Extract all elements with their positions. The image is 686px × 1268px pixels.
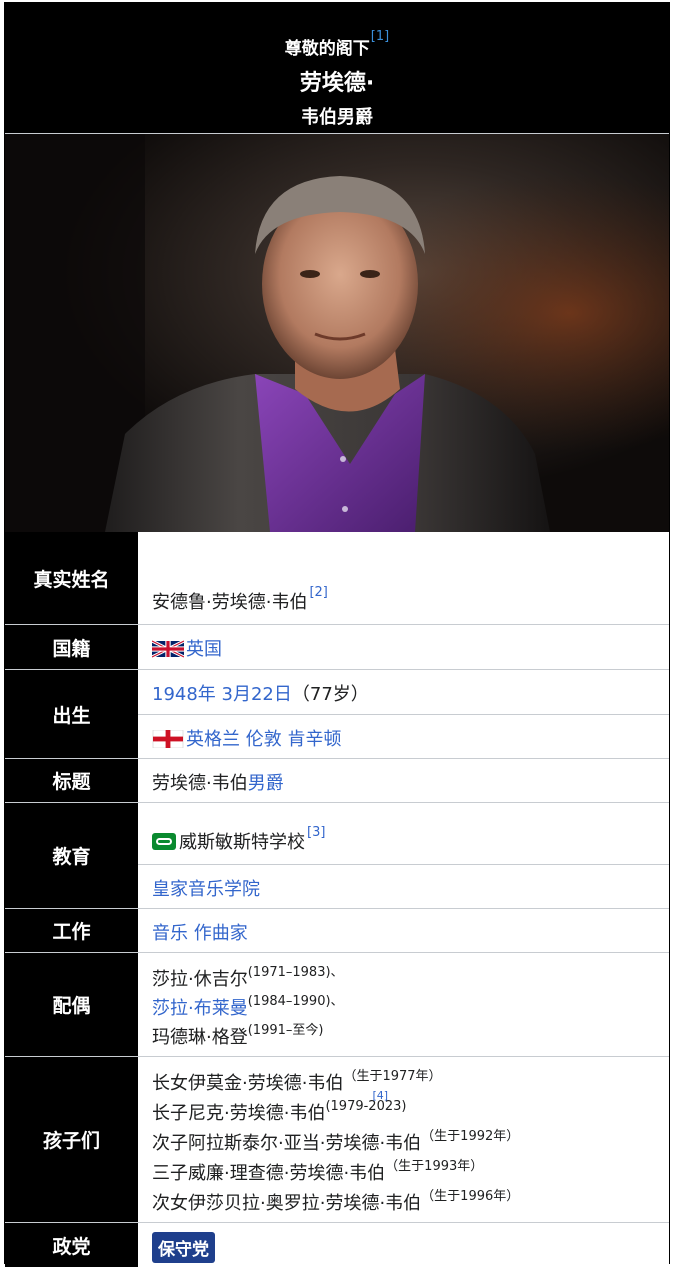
value-spouse: 莎拉·休吉尔(1971–1983)、 莎拉·布莱曼(1984–1990)、 玛德…: [138, 953, 669, 1056]
child5-years: （生于1996年）: [421, 1189, 520, 1204]
link-icon: [152, 833, 176, 850]
reference-link[interactable]: [3]: [307, 825, 325, 840]
birth-date-link[interactable]: 1948年 3月22日: [152, 684, 292, 705]
row-born: 出生 1948年 3月22日（77岁） 英格兰 伦敦 肯辛顿: [5, 669, 669, 758]
row-education: 教育 威斯敏斯特学校 [3] 皇家音乐学院: [5, 802, 669, 908]
spouse1-years: (1971–1983)、: [247, 965, 344, 980]
nationality-link[interactable]: 英国: [186, 639, 222, 660]
label-nationality: 国籍: [5, 625, 138, 669]
name-line-2: 韦伯男爵: [301, 107, 373, 128]
party-badge[interactable]: 保守党: [152, 1232, 215, 1263]
value-nationality: 英国: [138, 625, 669, 669]
work-music-link[interactable]: 音乐: [152, 923, 188, 944]
label-title: 标题: [5, 759, 138, 802]
label-real-name: 真实姓名: [5, 532, 138, 624]
reference-link[interactable]: [1]: [371, 29, 389, 44]
title-prefix: 劳埃德·韦伯: [152, 773, 248, 794]
school2-link[interactable]: 皇家音乐学院: [152, 879, 260, 900]
child3-years: （生于1992年）: [421, 1129, 520, 1144]
child1-years: （生于1977年）: [343, 1069, 442, 1084]
place-england-link[interactable]: 英格兰: [186, 729, 240, 750]
label-party: 政党: [5, 1223, 138, 1267]
spouse2-link[interactable]: 莎拉·布莱曼: [152, 998, 248, 1019]
label-spouse: 配偶: [5, 953, 138, 1056]
value-party: 保守党: [138, 1223, 669, 1267]
label-work: 工作: [5, 909, 138, 952]
value-work: 音乐 作曲家: [138, 909, 669, 952]
born-place-cell: 英格兰 伦敦 肯辛顿: [138, 714, 669, 759]
row-work: 工作 音乐 作曲家: [5, 908, 669, 952]
label-education: 教育: [5, 803, 138, 908]
label-children: 孩子们: [5, 1057, 138, 1222]
spouse2-years: (1984–1990)、: [247, 994, 344, 1009]
real-name-text: 安德鲁·劳埃德·韦伯: [152, 592, 308, 613]
value-title: 劳埃德·韦伯男爵: [138, 759, 669, 802]
spouse3-name: 玛德琳·格登: [152, 1027, 248, 1048]
row-real-name: 真实姓名 安德鲁·劳埃德·韦伯 [2]: [5, 532, 669, 624]
place-kensington-link[interactable]: 肯辛顿: [287, 729, 341, 750]
portrait-photo[interactable]: [5, 134, 669, 532]
age-text: （77岁）: [291, 684, 369, 705]
place-london-link[interactable]: 伦敦: [246, 729, 282, 750]
value-real-name: 安德鲁·劳埃德·韦伯 [2]: [138, 532, 669, 624]
spouse3-years: (1991–至今): [247, 1023, 324, 1038]
value-education: 威斯敏斯特学校 [3] 皇家音乐学院: [138, 803, 669, 908]
child1-name: 长女伊莫金·劳埃德·韦伯: [152, 1073, 344, 1094]
honorific: 尊敬的阁下[1]: [5, 29, 669, 59]
baron-link[interactable]: 男爵: [248, 773, 284, 794]
honorific-text: 尊敬的阁下: [284, 39, 370, 59]
child2-years: (1979-2023): [325, 1099, 407, 1114]
row-title: 标题 劳埃德·韦伯男爵: [5, 758, 669, 802]
value-children: 长女伊莫金·劳埃德·韦伯（生于1977年） 长子尼克·劳埃德·韦伯(1979-2…: [138, 1057, 669, 1222]
work-composer-link[interactable]: 作曲家: [194, 923, 248, 944]
infobox-title: 尊敬的阁下[1] 劳埃德· 韦伯男爵: [5, 3, 669, 133]
row-nationality: 国籍 英国: [5, 624, 669, 669]
value-born: 1948年 3月22日（77岁） 英格兰 伦敦 肯辛顿: [138, 670, 669, 758]
infobox-rows: 真实姓名 安德鲁·劳埃德·韦伯 [2] 国籍 英国 出生 1948年 3月22日…: [5, 532, 669, 1267]
row-party: 政党 保守党: [5, 1222, 669, 1267]
uk-flag-icon: [152, 640, 184, 658]
reference-link[interactable]: [2]: [309, 585, 327, 600]
reference-link[interactable]: [4]: [372, 1089, 388, 1102]
child2-name: 长子尼克·劳埃德·韦伯: [152, 1103, 326, 1124]
label-born: 出生: [5, 670, 138, 758]
born-date-cell: 1948年 3月22日（77岁）: [138, 670, 669, 714]
child4-name: 三子威廉·理查德·劳埃德·韦伯: [152, 1163, 386, 1184]
england-flag-icon: [152, 730, 184, 748]
education-cell-2: 皇家音乐学院: [138, 864, 669, 909]
infobox: 尊敬的阁下[1] 劳埃德· 韦伯男爵 真实姓名 安德鲁·劳埃德·韦伯 [2] 国…: [4, 2, 670, 1267]
spouse1-name: 莎拉·休吉尔: [152, 969, 248, 990]
row-children: 孩子们 长女伊莫金·劳埃德·韦伯（生于1977年） 长子尼克·劳埃德·韦伯(19…: [5, 1056, 669, 1222]
education-cell-1: 威斯敏斯特学校 [3]: [138, 803, 669, 864]
child3-name: 次子阿拉斯泰尔·亚当·劳埃德·韦伯: [152, 1133, 422, 1154]
child5-name: 次女伊莎贝拉·奥罗拉·劳埃德·韦伯: [152, 1193, 422, 1214]
name-line-1: 劳埃德·: [299, 71, 375, 96]
child4-years: （生于1993年）: [385, 1159, 484, 1174]
school1-text[interactable]: 威斯敏斯特学校: [179, 832, 305, 853]
row-spouse: 配偶 莎拉·休吉尔(1971–1983)、 莎拉·布莱曼(1984–1990)、…: [5, 952, 669, 1056]
